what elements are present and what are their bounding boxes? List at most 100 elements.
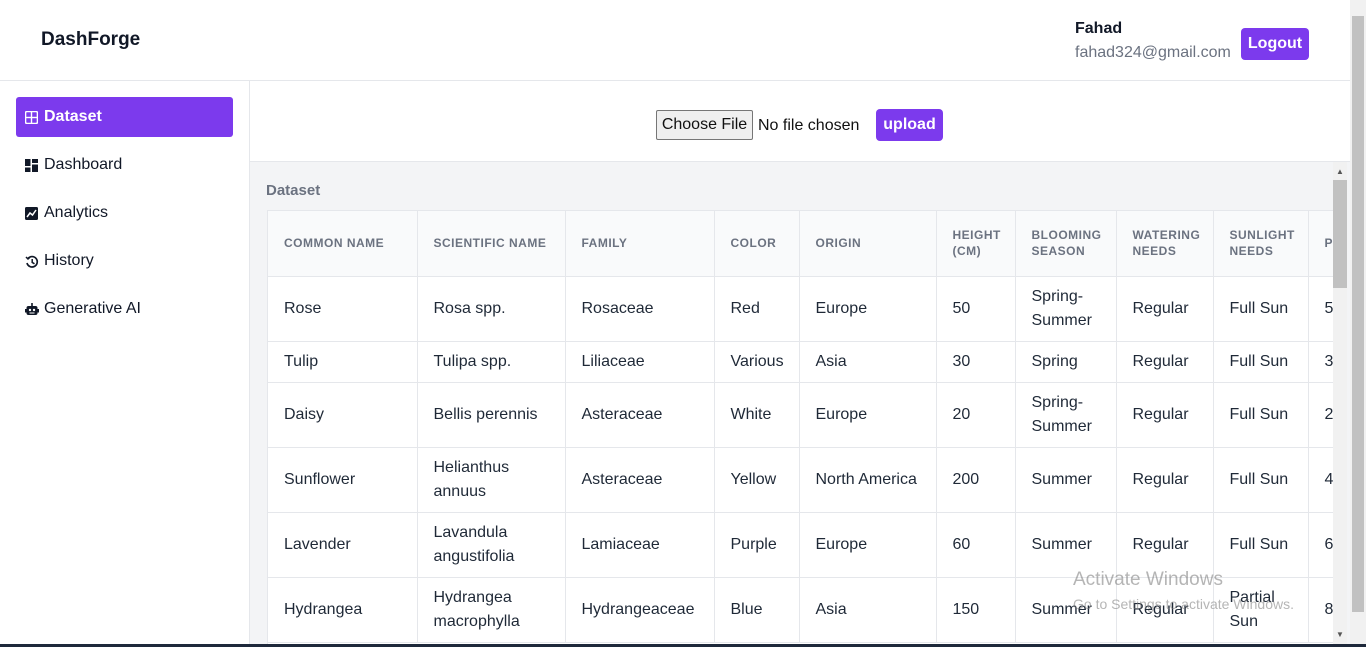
user-name: Fahad: [1075, 20, 1123, 37]
page-scrollbar[interactable]: [1350, 0, 1366, 647]
table-cell: Regular: [1116, 382, 1214, 448]
upload-bar: Choose File No file chosen upload: [250, 81, 1350, 162]
table-cell: Full Sun: [1213, 447, 1309, 513]
table-cell: 20: [936, 382, 1016, 448]
table-cell: Hydrangeaceae: [565, 577, 715, 643]
page-scrollbar-thumb[interactable]: [1352, 16, 1364, 612]
table-cell: Europe: [799, 276, 937, 342]
table-cell: Asia: [799, 577, 937, 643]
table-cell: Full Sun: [1213, 382, 1309, 448]
table-row: Sunflower Helianthus annuus Asteraceae Y…: [268, 447, 1333, 513]
robot-icon: [25, 302, 39, 316]
user-email: fahad324@gmail.com: [1075, 44, 1231, 61]
table-cell: Full Sun: [1213, 512, 1309, 578]
sidebar-item-dashboard[interactable]: Dashboard: [16, 145, 233, 185]
table-cell: Summer: [1015, 447, 1117, 513]
table-cell: Full Sun: [1213, 341, 1309, 383]
table-cell: 6: [1308, 512, 1333, 578]
table-cell: Rosa spp.: [417, 276, 566, 342]
sidebar: Dataset Dashboard Analytics History Gene…: [0, 81, 250, 647]
table-cell: Europe: [799, 512, 937, 578]
table-cell: Regular: [1116, 512, 1214, 578]
upload-button[interactable]: upload: [876, 109, 943, 141]
user-info: Fahad fahad324@gmail.com: [1075, 19, 1231, 63]
table-scrollbar-thumb[interactable]: [1333, 180, 1347, 288]
column-header: SUNLIGHT NEEDS: [1213, 211, 1309, 277]
sidebar-item-label: History: [44, 252, 94, 269]
table-cell: Regular: [1116, 276, 1214, 342]
table-row: Tulip Tulipa spp. Liliaceae Various Asia…: [268, 341, 1333, 383]
table-cell: 200: [936, 447, 1016, 513]
table-cell: Spring: [1015, 341, 1117, 383]
table-cell: Rosaceae: [565, 276, 715, 342]
table-row: Daisy Bellis perennis Asteraceae White E…: [268, 382, 1333, 448]
table-cell: 30: [936, 341, 1016, 383]
sidebar-item-label: Dataset: [44, 108, 102, 125]
logout-button[interactable]: Logout: [1241, 28, 1309, 60]
table-cell: Sunflower: [268, 447, 418, 513]
table-cell: Regular: [1116, 447, 1214, 513]
table-cell: Asia: [799, 341, 937, 383]
main-content: Choose File No file chosen upload Datase…: [250, 81, 1350, 647]
brand-logo[interactable]: DashForge: [41, 29, 140, 51]
table-cell: 150: [936, 577, 1016, 643]
sidebar-item-analytics[interactable]: Analytics: [16, 193, 233, 233]
column-header: SCIENTIFIC NAME: [417, 211, 566, 277]
table-cell: Hydrangea: [268, 577, 418, 643]
watermark-subtitle: Go to Settings to activate Windows.: [1073, 596, 1294, 612]
table-cell: Summer: [1015, 512, 1117, 578]
table-cell: Tulipa spp.: [417, 341, 566, 383]
table-cell: Bellis perennis: [417, 382, 566, 448]
column-header: COLOR: [714, 211, 800, 277]
sidebar-item-generative-ai[interactable]: Generative AI: [16, 289, 233, 329]
table-cell: Hydrangea macrophylla: [417, 577, 566, 643]
table-cell: Regular: [1116, 341, 1214, 383]
table-cell: Europe: [799, 382, 937, 448]
table-cell: 5: [1308, 276, 1333, 342]
column-header: FAMILY: [565, 211, 715, 277]
table-cell: White: [714, 382, 800, 448]
table-cell: Lamiaceae: [565, 512, 715, 578]
column-header: WATERING NEEDS: [1116, 211, 1214, 277]
table-cell: Lavender: [268, 512, 418, 578]
table-cell: Purple: [714, 512, 800, 578]
column-header: COMMON NAME: [268, 211, 418, 277]
column-header: HEIGHT (CM): [936, 211, 1016, 277]
choose-file-button[interactable]: Choose File: [656, 110, 753, 140]
table-cell: Tulip: [268, 341, 418, 383]
app-root: DashForge Fahad fahad324@gmail.com Logou…: [0, 0, 1366, 647]
sidebar-item-label: Analytics: [44, 204, 109, 221]
table-cell: Helianthus annuus: [417, 447, 566, 513]
table-row: Lavender Lavandula angustifolia Lamiacea…: [268, 512, 1333, 578]
column-header: P (S: [1308, 211, 1333, 277]
table-cell: Various: [714, 341, 800, 383]
scroll-down-icon[interactable]: ▼: [1336, 630, 1344, 639]
grid-icon: [24, 110, 39, 124]
table-cell: Lavandula angustifolia: [417, 512, 566, 578]
dataset-title: Dataset: [266, 182, 321, 199]
table-header-row: COMMON NAME SCIENTIFIC NAME FAMILY COLOR…: [268, 211, 1333, 277]
table-row: Rose Rosa spp. Rosaceae Red Europe 50 Sp…: [268, 276, 1333, 342]
sidebar-item-dataset[interactable]: Dataset: [16, 97, 233, 137]
table-cell: 4: [1308, 447, 1333, 513]
sidebar-item-label: Generative AI: [44, 300, 141, 317]
table-cell: Asteraceae: [565, 382, 715, 448]
column-header: ORIGIN: [799, 211, 937, 277]
scroll-up-icon[interactable]: ▲: [1336, 167, 1344, 176]
dashboard-icon: [25, 158, 38, 172]
table-cell: Daisy: [268, 382, 418, 448]
table-cell: Liliaceae: [565, 341, 715, 383]
history-icon: [25, 255, 39, 268]
table-cell: North America: [799, 447, 937, 513]
file-status: No file chosen: [758, 117, 860, 134]
table-cell: Red: [714, 276, 800, 342]
table-cell: Spring-Summer: [1015, 276, 1117, 342]
table-cell: 60: [936, 512, 1016, 578]
sidebar-item-label: Dashboard: [44, 156, 123, 173]
column-header: BLOOMING SEASON: [1015, 211, 1117, 277]
sidebar-item-history[interactable]: History: [16, 241, 233, 281]
table-cell: 8: [1308, 577, 1333, 643]
top-header: DashForge Fahad fahad324@gmail.com Logou…: [0, 0, 1350, 81]
table-cell: 2: [1308, 382, 1333, 448]
activate-windows-watermark: Activate Windows Go to Settings to activ…: [1073, 569, 1294, 614]
